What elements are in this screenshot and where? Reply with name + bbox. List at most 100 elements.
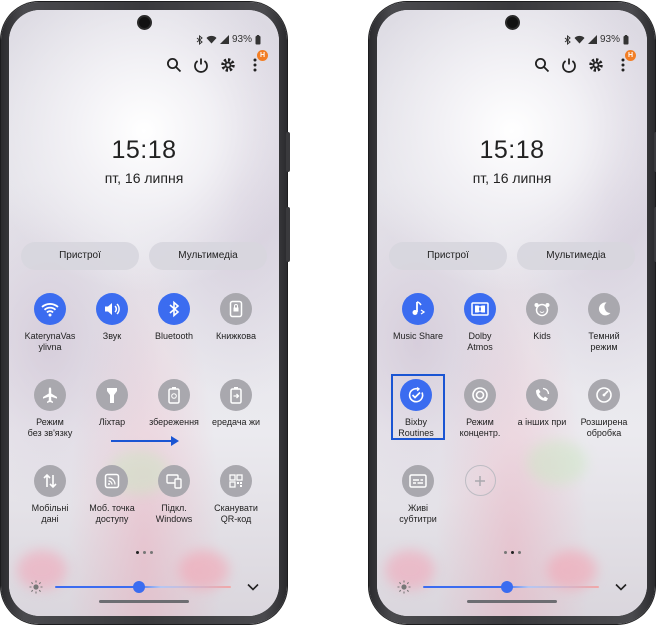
date: пт, 16 липня (104, 170, 184, 186)
panel-buttons: Пристрої Мультимедіа (21, 242, 267, 270)
tile-bixby-routines[interactable]: Bixby Routines (384, 379, 448, 439)
tile-label: Dolby Atmos (467, 331, 493, 352)
panel-top-icons: H (166, 50, 268, 73)
hotspot-icon (96, 465, 128, 497)
live-caption-icon (402, 465, 434, 497)
tile-bluetooth[interactable]: Bluetooth (142, 293, 206, 342)
tile-music-share[interactable]: Music Share (386, 293, 450, 342)
mobile-data-icon (34, 465, 66, 497)
media-button[interactable]: Мультимедіа (149, 242, 267, 270)
tile-label: Kids (533, 331, 551, 341)
tile-label: Підкл. Windows (155, 503, 193, 524)
tile-focus-mode[interactable]: Режим концентр. (448, 379, 512, 439)
flashlight-icon (96, 379, 128, 411)
clock: 15:18 (111, 136, 177, 164)
search-icon[interactable] (534, 57, 550, 73)
screen: 93% H 15:18 пт, 16 липня Пристрої Мульти… (9, 10, 279, 616)
battery-level: 93% (231, 34, 252, 45)
dark-mode-icon (588, 293, 620, 325)
tile-dark-mode[interactable]: Темний режим (572, 293, 636, 353)
focus-mode-icon (464, 379, 496, 411)
tile-label: Розширена обробка (580, 417, 628, 438)
swipe-arrow (111, 436, 179, 446)
tile-call-other-devices[interactable]: а інших при (510, 379, 574, 428)
tile-label: Bluetooth (154, 331, 194, 341)
brightness-knob[interactable] (501, 581, 514, 593)
wifi-status-icon (206, 35, 217, 44)
brightness-icon (397, 580, 411, 594)
dolby-icon (464, 293, 496, 325)
music-share-icon (402, 293, 434, 325)
bluetooth-icon (158, 293, 190, 325)
tile-add[interactable] (448, 465, 512, 496)
home-indicator (99, 600, 189, 603)
brightness-knob[interactable] (133, 581, 146, 593)
side-button (286, 207, 290, 262)
tile-label: ередача жи (211, 417, 261, 427)
tile-label: Звук (102, 331, 122, 341)
tile-label: Мобільні дані (31, 503, 69, 524)
tile-wifi[interactable]: KaterynaVas ylivna (18, 293, 82, 353)
devices-button[interactable]: Пристрої (389, 242, 507, 270)
page-indicator (377, 551, 647, 554)
brightness-slider[interactable] (27, 580, 261, 594)
tile-mobile-data[interactable]: Мобільні дані (18, 465, 82, 525)
tile-link-windows[interactable]: Підкл. Windows (142, 465, 206, 525)
tile-portrait[interactable]: Книжкова (204, 293, 268, 342)
panel-top-icons: H (534, 50, 636, 73)
tile-label: збереження (149, 417, 199, 427)
tile-kids[interactable]: Kids (510, 293, 574, 342)
tile-label: Темний режим (588, 331, 620, 352)
wifi-status-icon (574, 35, 585, 44)
tile-label: Моб. точка доступу (89, 503, 135, 524)
bixby-routines-icon (400, 379, 432, 411)
page-indicator (9, 551, 279, 554)
panel-buttons: Пристрої Мультимедіа (389, 242, 635, 270)
tile-power-saving[interactable]: збереження (142, 379, 206, 428)
battery-level: 93% (599, 34, 620, 45)
front-camera (507, 17, 518, 28)
devices-button[interactable]: Пристрої (21, 242, 139, 270)
power-saving-icon (158, 379, 190, 411)
tile-dolby[interactable]: Dolby Atmos (448, 293, 512, 353)
tile-label: Сканувати QR-код (214, 503, 258, 524)
tile-label: Режим без зв'язку (27, 417, 73, 438)
front-camera (139, 17, 150, 28)
brightness-slider[interactable] (395, 580, 629, 594)
tile-sound[interactable]: Звук (80, 293, 144, 342)
more-icon[interactable]: H (615, 50, 636, 73)
wifi-icon (34, 293, 66, 325)
tile-enhanced-processing[interactable]: Розширена обробка (572, 379, 636, 439)
media-button[interactable]: Мультимедіа (517, 242, 635, 270)
tile-hotspot[interactable]: Моб. точка доступу (80, 465, 144, 525)
airplane-icon (34, 379, 66, 411)
gear-icon[interactable] (588, 57, 604, 73)
clock: 15:18 (479, 136, 545, 164)
gear-icon[interactable] (220, 57, 236, 73)
signal-icon (219, 35, 229, 44)
notification-badge: H (625, 50, 636, 61)
link-windows-icon (158, 465, 190, 497)
more-icon[interactable]: H (247, 50, 268, 73)
tile-airplane[interactable]: Режим без зв'язку (18, 379, 82, 439)
bluetooth-status-icon (196, 34, 203, 45)
search-icon[interactable] (166, 57, 182, 73)
tile-power-share[interactable]: ередача жи (204, 379, 268, 428)
add-icon (464, 465, 496, 496)
portrait-lock-icon (220, 293, 252, 325)
power-icon[interactable] (193, 57, 209, 73)
tile-flashlight[interactable]: Ліхтар (80, 379, 144, 428)
enhanced-processing-icon (588, 379, 620, 411)
tile-qr[interactable]: Сканувати QR-код (204, 465, 268, 525)
kids-icon (526, 293, 558, 325)
phone-right: 93% H 15:18 пт, 16 липня Пристрої Мульти… (369, 2, 656, 624)
battery-icon (623, 34, 629, 44)
screen: 93% H 15:18 пт, 16 липня Пристрої Мульти… (377, 10, 647, 616)
tile-live-caption[interactable]: Живі субтитри (386, 465, 450, 525)
battery-icon (255, 34, 261, 44)
tile-label: Режим концентр. (459, 417, 501, 438)
chevron-down-icon (247, 583, 259, 591)
power-icon[interactable] (561, 57, 577, 73)
tile-label: Ліхтар (98, 417, 126, 427)
date: пт, 16 липня (472, 170, 552, 186)
